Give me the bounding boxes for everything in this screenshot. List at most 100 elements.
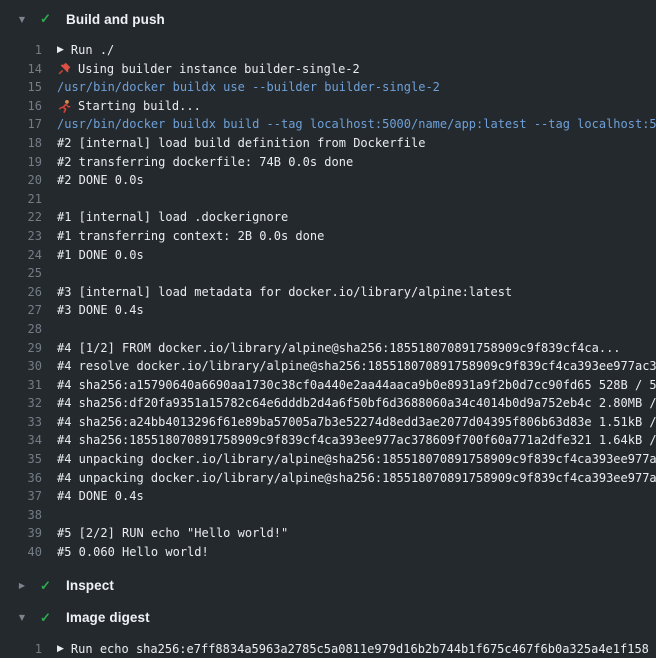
log-line: 39#5 [2/2] RUN echo "Hello world!": [0, 524, 656, 543]
line-number: 30: [0, 357, 42, 376]
line-number: 1: [0, 41, 42, 60]
line-text: #4 resolve docker.io/library/alpine@sha2…: [57, 357, 656, 376]
log-line: 25: [0, 264, 656, 283]
line-text: #5 0.060 Hello world!: [57, 543, 209, 562]
log-line: 29 #4 [1/2] FROM docker.io/library/alpine…: [0, 339, 656, 358]
line-text: #5 [2/2] RUN echo "Hello world!": [57, 524, 288, 543]
log-line: 18#2 [internal] load build definition fr…: [0, 134, 656, 153]
line-text: Run ./: [71, 41, 114, 60]
line-number: 21: [0, 190, 42, 209]
log-line-text: #4 [1/2] FROM docker.io/library/alpine@s…: [57, 339, 621, 358]
log-line-text: #5 0.060 Hello world!: [57, 543, 209, 562]
line-text: #4 sha256:df20fa9351a15782c64e6dddb2d4a6…: [57, 394, 656, 413]
line-number: 15: [0, 78, 42, 97]
line-number: 16: [0, 97, 42, 116]
line-number: 26: [0, 283, 42, 302]
log-line: 1 ▶ Run ./: [0, 41, 656, 60]
line-number: 35: [0, 450, 42, 469]
runner-icon: [57, 99, 72, 114]
log-line-text: #4 DONE 0.4s: [57, 487, 144, 506]
log-line-text: #2 [internal] load build definition from…: [57, 134, 425, 153]
line-text: /usr/bin/docker buildx build --tag local…: [57, 115, 656, 134]
chevron-right-icon[interactable]: ▶: [16, 581, 28, 590]
log-line: 17/usr/bin/docker buildx build --tag loc…: [0, 115, 656, 134]
line-text: Starting build...: [78, 97, 201, 116]
chevron-down-icon[interactable]: ▼: [16, 613, 28, 622]
line-number: 34: [0, 431, 42, 450]
log-line-text: #2 DONE 0.0s: [57, 171, 144, 190]
log-line-text: #4 sha256:a24bb4013296f61e89ba57005a7b3e…: [57, 413, 656, 432]
section-title: Image digest: [66, 610, 150, 625]
command-line-text: /usr/bin/docker buildx use --builder bui…: [57, 78, 440, 97]
line-text: /usr/bin/docker buildx use --builder bui…: [57, 78, 440, 97]
line-text: #2 transferring dockerfile: 74B 0.0s don…: [57, 153, 353, 172]
line-number: 36: [0, 469, 42, 488]
log-line-text: #4 sha256:df20fa9351a15782c64e6dddb2d4a6…: [57, 394, 656, 413]
log-line: 37 #4 DONE 0.4s: [0, 487, 656, 506]
log-section-build-and-push: ▼✓Build and push 1 ▶ Run ./ 14 Using builder …: [0, 3, 656, 570]
log-line-text: ▶ Run ./: [57, 41, 114, 60]
line-number: 31: [0, 376, 42, 395]
line-number: 22: [0, 208, 42, 227]
line-text: #2 [internal] load build definition from…: [57, 134, 425, 153]
log-line: 15/usr/bin/docker buildx use --builder b…: [0, 78, 656, 97]
log-line: 24 #1 DONE 0.0s: [0, 246, 656, 265]
line-number: 29: [0, 339, 42, 358]
line-number: 24: [0, 246, 42, 265]
log-line: 27 #3 DONE 0.4s: [0, 301, 656, 320]
log-line-text: #1 transferring context: 2B 0.0s done: [57, 227, 324, 246]
log-line-text: #4 unpacking docker.io/library/alpine@sh…: [57, 450, 656, 469]
log-line: 21: [0, 190, 656, 209]
log-line-text: #1 DONE 0.0s: [57, 246, 144, 265]
log-line: 40 #5 0.060 Hello world!: [0, 543, 656, 562]
log-line-text: ▶ Run echo sha256:e7ff8834a5963a2785c5a08…: [57, 640, 649, 658]
log-line: 32#4 sha256:df20fa9351a15782c64e6dddb2d4…: [0, 394, 656, 413]
section-header-inspect[interactable]: ▶✓Inspect: [0, 570, 656, 602]
section-header-build-and-push[interactable]: ▼✓Build and push: [0, 3, 656, 35]
log-line: 16 Starting build...: [0, 97, 656, 116]
line-text: #3 [internal] load metadata for docker.i…: [57, 283, 512, 302]
line-number: 37: [0, 487, 42, 506]
pushpin-icon: [57, 61, 72, 76]
line-number: 27: [0, 301, 42, 320]
log-line: 28: [0, 320, 656, 339]
log-line: 23 #1 transferring context: 2B 0.0s done: [0, 227, 656, 246]
section-header-image-digest[interactable]: ▼✓Image digest: [0, 602, 656, 634]
line-number: 25: [0, 264, 42, 283]
line-text: #2 DONE 0.0s: [57, 171, 144, 190]
chevron-down-icon[interactable]: ▼: [16, 15, 28, 24]
log-line: 19 #2 transferring dockerfile: 74B 0.0s d…: [0, 153, 656, 172]
line-text: Run echo sha256:e7ff8834a5963a2785c5a081…: [71, 640, 649, 658]
line-text: Using builder instance builder-single-2: [78, 60, 360, 79]
line-number: 33: [0, 413, 42, 432]
log-section-inspect: ▶✓Inspect: [0, 570, 656, 602]
log-line-text: #5 [2/2] RUN echo "Hello world!": [57, 524, 288, 543]
group-expand-toggle-icon[interactable]: ▶: [57, 640, 64, 658]
log-line: 38: [0, 506, 656, 525]
line-number: 28: [0, 320, 42, 339]
log-line: 35 #4 unpacking docker.io/library/alpine@…: [0, 450, 656, 469]
line-text: #4 unpacking docker.io/library/alpine@sh…: [57, 450, 656, 469]
line-text: #4 sha256:a24bb4013296f61e89ba57005a7b3e…: [57, 413, 656, 432]
line-text: #4 [1/2] FROM docker.io/library/alpine@s…: [57, 339, 621, 358]
line-number: 17: [0, 115, 42, 134]
log-block-build-and-push: 1 ▶ Run ./ 14 Using builder instance builder…: [0, 35, 656, 570]
log-line: 34 #4 sha256:185518070891758909c9f839cf4c…: [0, 431, 656, 450]
line-text: #1 [internal] load .dockerignore: [57, 208, 288, 227]
log-line-text: Using builder instance builder-single-2: [57, 60, 360, 79]
group-expand-toggle-icon[interactable]: ▶: [57, 41, 64, 60]
line-text: #4 sha256:185518070891758909c9f839cf4ca3…: [57, 431, 656, 450]
line-number: 40: [0, 543, 42, 562]
log-line: 1▶Run echo sha256:e7ff8834a5963a2785c5a0…: [0, 640, 656, 658]
log-line: 22 #1 [internal] load .dockerignore: [0, 208, 656, 227]
log-line: 26 #3 [internal] load metadata for docker…: [0, 283, 656, 302]
line-text: #3 DONE 0.4s: [57, 301, 144, 320]
line-text: #4 DONE 0.4s: [57, 487, 144, 506]
command-line-text: /usr/bin/docker buildx build --tag local…: [57, 115, 656, 134]
line-number: 38: [0, 506, 42, 525]
line-number: 14: [0, 60, 42, 79]
line-number: 23: [0, 227, 42, 246]
log-line: 20#2 DONE 0.0s: [0, 171, 656, 190]
line-number: 19: [0, 153, 42, 172]
log-line-text: #3 DONE 0.4s: [57, 301, 144, 320]
